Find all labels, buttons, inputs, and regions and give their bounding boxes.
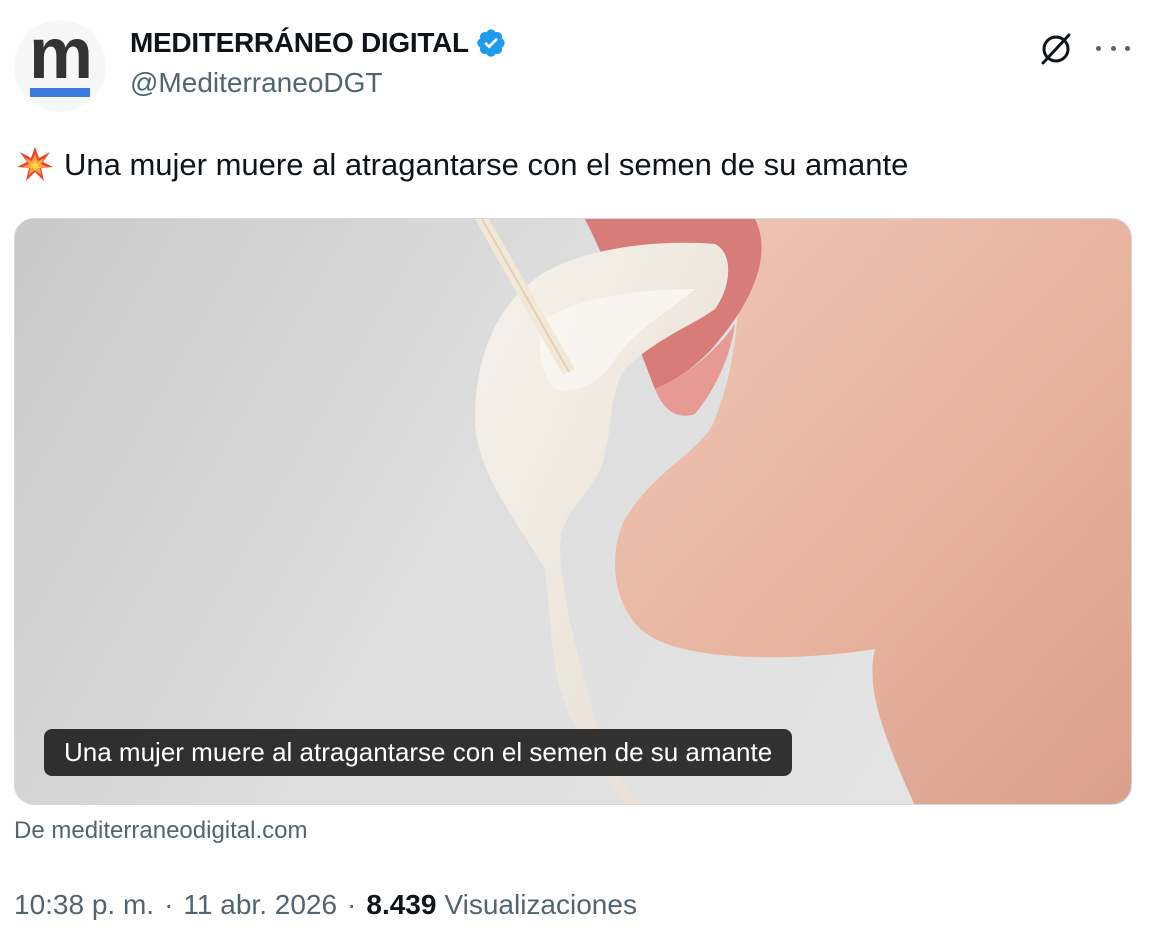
card-source[interactable]: De mediterraneodigital.com: [14, 817, 307, 845]
more-dot: [1110, 45, 1116, 51]
more-dot: [1125, 45, 1130, 51]
link-card[interactable]: Una mujer muere al atragantarse con el s…: [14, 218, 1132, 805]
meta-separator: ·: [347, 889, 357, 920]
tweet-text: Una mujer muere al atragantarse con el s…: [64, 147, 909, 182]
card-caption: Una mujer muere al atragantarse con el s…: [44, 729, 793, 776]
more-dot: [1096, 45, 1101, 51]
collision-icon: [17, 147, 53, 181]
tweet-text-row: Una mujer muere al atragantarse con el s…: [16, 146, 908, 184]
meta-separator: ·: [164, 889, 174, 920]
author-handle[interactable]: @MediterraneoDGT: [130, 67, 383, 99]
views-label: Visualizaciones: [444, 889, 637, 920]
avatar-logo-letter: m: [28, 13, 93, 94]
author-name-row[interactable]: MEDITERRÁNEO DIGITAL: [130, 27, 507, 59]
tweet-meta: 10:38 p. m. · 11 abr. 2026 · 8.439 Visua…: [14, 889, 637, 921]
display-name[interactable]: MEDITERRÁNEO DIGITAL: [130, 27, 469, 59]
views-count: 8.439: [366, 889, 437, 920]
tweet-date[interactable]: 11 abr. 2026: [183, 889, 337, 921]
tweet: m MEDITERRÁNEO DIGITAL @MediterraneoDGT …: [0, 0, 1150, 936]
tweet-time[interactable]: 10:38 p. m.: [14, 889, 154, 921]
avatar-logo-bar: [30, 87, 90, 97]
avatar[interactable]: m: [14, 13, 106, 112]
grok-icon[interactable]: [1038, 31, 1074, 67]
verified-badge-icon: [477, 29, 505, 57]
card-image[interactable]: [15, 219, 1132, 805]
more-options-icon[interactable]: [1096, 36, 1130, 60]
